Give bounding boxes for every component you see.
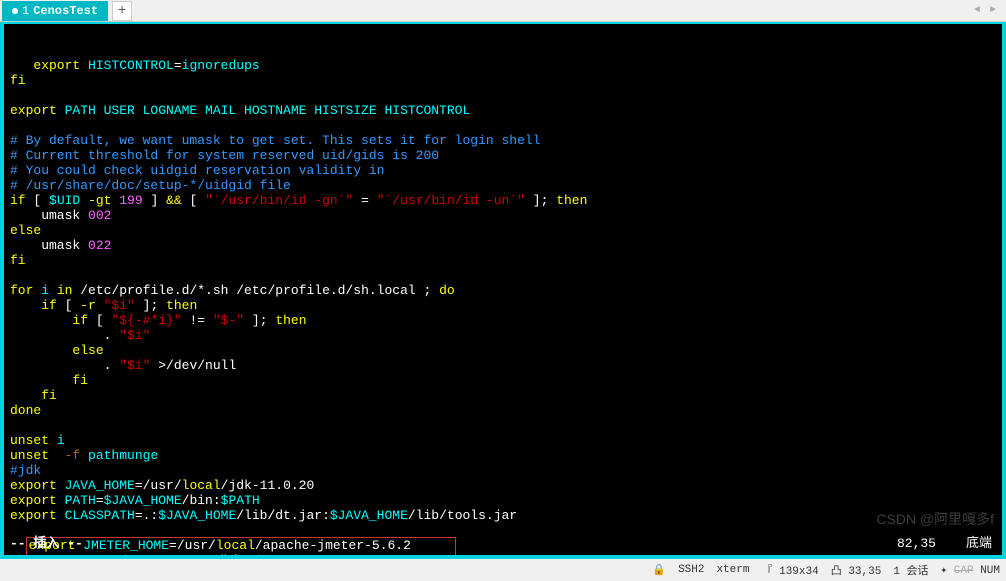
terminal-line: fi (10, 373, 996, 388)
terminal-content: export HISTCONTROL=ignoredupsfiexport PA… (10, 58, 996, 523)
terminal-line: unset -f pathmunge (10, 448, 996, 463)
terminal-line: umask 022 (10, 238, 996, 253)
terminal-line (10, 118, 996, 133)
tab-cenostest[interactable]: 1 CenosTest (2, 1, 108, 21)
terminal-line: # By default, we want umask to get set. … (10, 133, 996, 148)
status-size: 139x34 (779, 566, 819, 578)
vim-mode: -- 插入 -- (10, 536, 83, 551)
terminal-line: export CLASSPATH=.:$JAVA_HOME/lib/dt.jar… (10, 508, 996, 523)
terminal-line: . "$i" (10, 328, 996, 343)
terminal-line: fi (10, 253, 996, 268)
tab-title: CenosTest (33, 4, 98, 18)
status-sessions: 1 会话 (893, 562, 928, 578)
status-bar: 🔒 SSH2 xterm 『 139x34 凸 33,35 1 会话 ✦ CAP… (0, 559, 1006, 581)
vim-position: 82,35 (897, 536, 936, 551)
status-caps: CAP (954, 565, 974, 577)
tab-index: 1 (22, 4, 29, 18)
terminal[interactable]: export HISTCONTROL=ignoredupsfiexport PA… (0, 22, 1006, 559)
terminal-line: # Current threshold for system reserved … (10, 148, 996, 163)
nav-next-icon[interactable]: ► (986, 4, 1000, 18)
cursor (294, 555, 302, 559)
terminal-line: export HISTCONTROL=ignoredups (10, 58, 996, 73)
terminal-line: # You could check uidgid reservation val… (10, 163, 996, 178)
terminal-line: fi (10, 388, 996, 403)
status-term: xterm (716, 564, 749, 576)
terminal-line (10, 268, 996, 283)
highlighted-lines: export JMETER_HOME=/usr/local/apache-jme… (26, 537, 456, 559)
lock-icon: 🔒 (652, 563, 666, 577)
terminal-line: else (10, 343, 996, 358)
terminal-line: for i in /etc/profile.d/*.sh /etc/profil… (10, 283, 996, 298)
status-ssh: SSH2 (678, 564, 704, 576)
tab-bar: 1 CenosTest + ◄ ► (0, 0, 1006, 22)
terminal-line: else (10, 223, 996, 238)
terminal-line: export JAVA_HOME=/usr/local/jdk-11.0.20 (10, 478, 996, 493)
terminal-line: export PATH USER LOGNAME MAIL HOSTNAME H… (10, 103, 996, 118)
terminal-line: done (10, 403, 996, 418)
terminal-line: # /usr/share/doc/setup-*/uidgid file (10, 178, 996, 193)
terminal-line: . "$i" >/dev/null (10, 358, 996, 373)
terminal-line (10, 88, 996, 103)
tab-active-dot (12, 8, 18, 14)
vim-scroll: 底端 (966, 536, 992, 551)
terminal-line: export JMETER_HOME=/usr/local/apache-jme… (29, 538, 453, 553)
terminal-line: unset i (10, 433, 996, 448)
terminal-line: if [ $UID -gt 199 ] && [ "`/usr/bin/id -… (10, 193, 996, 208)
terminal-line (10, 418, 996, 433)
tab-nav: ◄ ► (970, 4, 1004, 18)
terminal-line: umask 002 (10, 208, 996, 223)
nav-prev-icon[interactable]: ◄ (970, 4, 984, 18)
status-num: NUM (980, 565, 1000, 577)
terminal-line: fi (10, 73, 996, 88)
status-cursor: 33,35 (848, 566, 881, 578)
terminal-line: export PATH=$JAVA_HOME/bin:$PATH (10, 493, 996, 508)
terminal-line: if [ "${-#*i}" != "$-" ]; then (10, 313, 996, 328)
new-tab-button[interactable]: + (112, 1, 132, 21)
vim-status-right: 82,35 底端 (897, 536, 992, 551)
terminal-line: #jdk (10, 463, 996, 478)
terminal-line: export PATH=$JMETER_HOME/bin:$PATH (29, 553, 453, 559)
terminal-line: if [ -r "$i" ]; then (10, 298, 996, 313)
